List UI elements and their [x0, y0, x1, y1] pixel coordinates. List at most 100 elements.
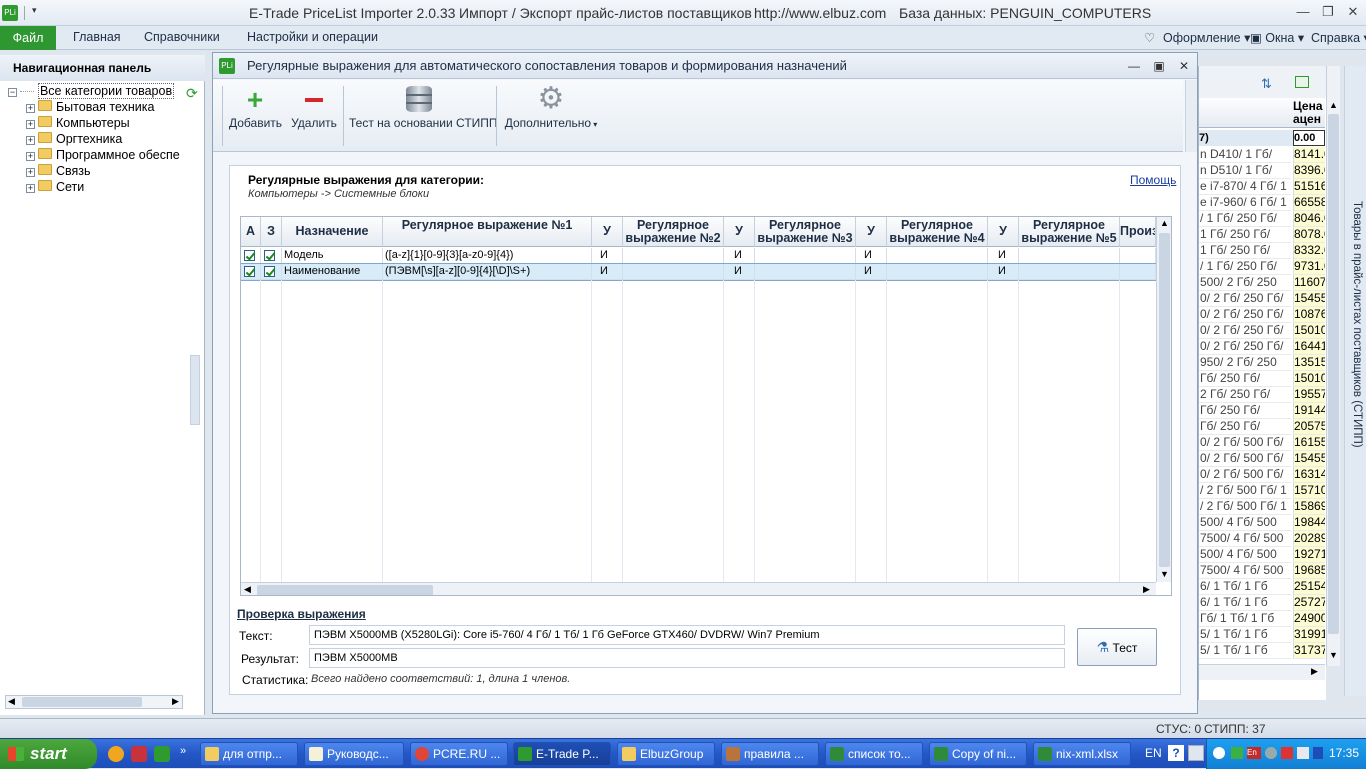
price-row-desc[interactable]: Гб/ 250 Гб/ DVDRV: [1199, 403, 1291, 419]
tree-item[interactable]: + Компьютеры: [26, 115, 130, 131]
price-row-desc[interactable]: Гб/ 250 Гб/ DVDRV: [1199, 419, 1291, 435]
tree-item[interactable]: + Сети: [26, 179, 84, 195]
expand-icon[interactable]: +: [26, 120, 35, 129]
expand-icon[interactable]: +: [26, 184, 35, 193]
cell-purpose[interactable]: Наименование: [282, 264, 383, 280]
scroll-down-icon[interactable]: ▼: [1329, 650, 1338, 660]
price-row-desc[interactable]: 0/ 2 Гб/ 250 Гб/ DVI: [1199, 339, 1291, 355]
price-row-desc[interactable]: 950/ 2 Гб/ 250 Гб/ D: [1199, 355, 1291, 371]
price-row-price[interactable]: 25154: [1293, 579, 1325, 595]
price-row-price[interactable]: 8078.0: [1293, 227, 1325, 243]
expand-icon[interactable]: +: [26, 104, 35, 113]
scroll-left-icon[interactable]: ◀: [244, 584, 251, 595]
row-check-a[interactable]: [241, 248, 261, 264]
price-row-price[interactable]: 15010: [1293, 323, 1325, 339]
scroll-thumb[interactable]: [1159, 233, 1170, 567]
cell-u4[interactable]: И: [988, 264, 1019, 280]
cell-re5[interactable]: [1019, 248, 1120, 264]
quick-access-dropdown-icon[interactable]: ▾: [32, 5, 37, 16]
price-row-price[interactable]: 8396.0: [1293, 163, 1325, 179]
scroll-thumb[interactable]: [22, 697, 142, 707]
col-header-u4[interactable]: У: [988, 217, 1019, 247]
close-icon[interactable]: ✕: [1175, 57, 1193, 75]
cell-re3[interactable]: [755, 248, 856, 264]
price-row-desc[interactable]: 7500/ 4 Гб/ 500 Гб/: [1199, 531, 1291, 547]
tray-icon[interactable]: [1281, 747, 1293, 759]
delete-button[interactable]: Удалить: [289, 80, 339, 152]
tree-root-label[interactable]: Все категории товаров: [37, 83, 175, 99]
task-button-active[interactable]: E-Trade P...: [513, 742, 611, 766]
price-row-desc[interactable]: 5/ 1 Тб/ 1 Гб GeFor: [1199, 627, 1291, 643]
col-header-re5[interactable]: Регулярное выражение №5: [1019, 217, 1120, 247]
test-text-input[interactable]: ПЭВМ X5000MB (X5280LGi): Core i5-760/ 4 …: [309, 625, 1065, 645]
help-icon[interactable]: ?: [1168, 745, 1184, 761]
price-row-price[interactable]: 8141.0: [1293, 147, 1325, 163]
col-header-u3[interactable]: У: [856, 217, 887, 247]
price-row-price[interactable]: 8332.0: [1293, 243, 1325, 259]
price-row-price[interactable]: 15010: [1293, 371, 1325, 387]
test-stipp-button[interactable]: Тест на основании СТИПП: [349, 80, 498, 152]
col-header-re4[interactable]: Регулярное выражение №4: [887, 217, 988, 247]
price-row-price[interactable]: 20289: [1293, 531, 1325, 547]
price-row-price[interactable]: 15455: [1293, 451, 1325, 467]
cell-re5[interactable]: [1019, 264, 1120, 280]
pane-vertical-scrollbar[interactable]: ▲ ▼: [1326, 66, 1340, 666]
col-header-re2[interactable]: Регулярное выражение №2: [623, 217, 724, 247]
restore-icon[interactable]: ❐: [1317, 3, 1339, 21]
add-button[interactable]: + Добавить: [229, 80, 282, 152]
grid-vertical-scrollbar[interactable]: ▲ ▼: [1156, 217, 1171, 582]
table-row[interactable]: Модель ([a-z]{1}[0-9]{3}[a-z0-9]{4}) И И…: [241, 248, 1156, 264]
menu-help[interactable]: Справка ▾: [1311, 30, 1366, 45]
col-header-re3[interactable]: Регулярное выражение №3: [755, 217, 856, 247]
task-button[interactable]: ElbuzGroup: [617, 742, 715, 766]
scroll-up-icon[interactable]: ▲: [1329, 100, 1338, 110]
price-row-desc[interactable]: Гб/ 1 Тб/ 1 Гб Rade: [1199, 611, 1291, 627]
col-header-producer[interactable]: Произ: [1120, 217, 1156, 247]
col-header-re1[interactable]: Регулярное выражение №1: [383, 217, 592, 247]
cell-re2[interactable]: [623, 248, 724, 264]
price-row-price[interactable]: 25727: [1293, 595, 1325, 611]
menu-directories[interactable]: Справочники: [144, 30, 220, 44]
scroll-thumb[interactable]: [1328, 114, 1339, 634]
tray-icon[interactable]: [1265, 747, 1277, 759]
cell-purpose[interactable]: Модель: [282, 248, 383, 264]
price-row-price[interactable]: 66558: [1293, 195, 1325, 211]
price-row-price[interactable]: 19557: [1293, 387, 1325, 403]
close-icon[interactable]: ✕: [1342, 3, 1364, 21]
price-row-desc[interactable]: 6/ 1 Тб/ 1 Гб GeFor: [1199, 579, 1291, 595]
tray-icon[interactable]: [1313, 747, 1323, 759]
price-row-desc[interactable]: / 2 Гб/ 500 Гб/ 1 Гб: [1199, 483, 1291, 499]
price-row-desc[interactable]: 500/ 4 Гб/ 500 Гб/: [1199, 547, 1291, 563]
price-row-desc[interactable]: 0/ 2 Гб/ 250 Гб/ DVI: [1199, 291, 1291, 307]
pane-horizontal-scrollbar[interactable]: ▶: [1199, 664, 1325, 680]
price-row-desc[interactable]: / 1 Гб/ 250 Гб/ DVD: [1199, 259, 1291, 275]
refresh-icon[interactable]: ⟳: [186, 85, 202, 101]
row-check-a[interactable]: [241, 264, 261, 280]
price-row-desc[interactable]: 0/ 2 Гб/ 250 Гб/ DVI: [1199, 307, 1291, 323]
cell-producer[interactable]: [1120, 248, 1156, 264]
test-button[interactable]: ⚗ Тест: [1077, 628, 1157, 666]
price-row-desc[interactable]: 0/ 2 Гб/ 500 Гб/ 1 Г: [1199, 435, 1291, 451]
price-row-price[interactable]: 20575: [1293, 419, 1325, 435]
cell-re1[interactable]: (ПЭВМ[\s][a-z][0-9]{4}[\D]\S+): [383, 264, 592, 280]
price-row-desc[interactable]: n D510/ 1 Гб/ 250 Г: [1199, 163, 1291, 179]
cell-u1[interactable]: И: [592, 264, 623, 280]
price-row-price[interactable]: 16314: [1293, 467, 1325, 483]
language-indicator[interactable]: EN: [1145, 746, 1162, 760]
cell-u2[interactable]: И: [724, 248, 755, 264]
price-row-desc[interactable]: 0/ 2 Гб/ 500 Гб/ 1 Г: [1199, 451, 1291, 467]
task-button[interactable]: nix-xml.xlsx: [1033, 742, 1131, 766]
task-button[interactable]: для отпр...: [200, 742, 298, 766]
tree-item[interactable]: + Программное обеспе: [26, 147, 180, 163]
task-button[interactable]: правила ...: [721, 742, 819, 766]
col-header-u1[interactable]: У: [592, 217, 623, 247]
price-row-desc[interactable]: 1 Гб/ 250 Гб/ DVD: [1199, 227, 1291, 243]
price-row-desc[interactable]: Гб/ 250 Гб/ DVDRV: [1199, 371, 1291, 387]
price-row-price[interactable]: 51516: [1293, 179, 1325, 195]
price-row-desc[interactable]: 500/ 2 Гб/ 250 Гб/ D: [1199, 275, 1291, 291]
table-row[interactable]: 7) 0.00: [1199, 130, 1325, 146]
cell-re4[interactable]: [887, 264, 988, 280]
collapse-icon[interactable]: −: [8, 88, 17, 97]
menu-appearance[interactable]: Оформление ▾: [1163, 30, 1250, 45]
side-tab[interactable]: Товары в прайс-листах поставщиков (СТИПП…: [1344, 66, 1366, 696]
